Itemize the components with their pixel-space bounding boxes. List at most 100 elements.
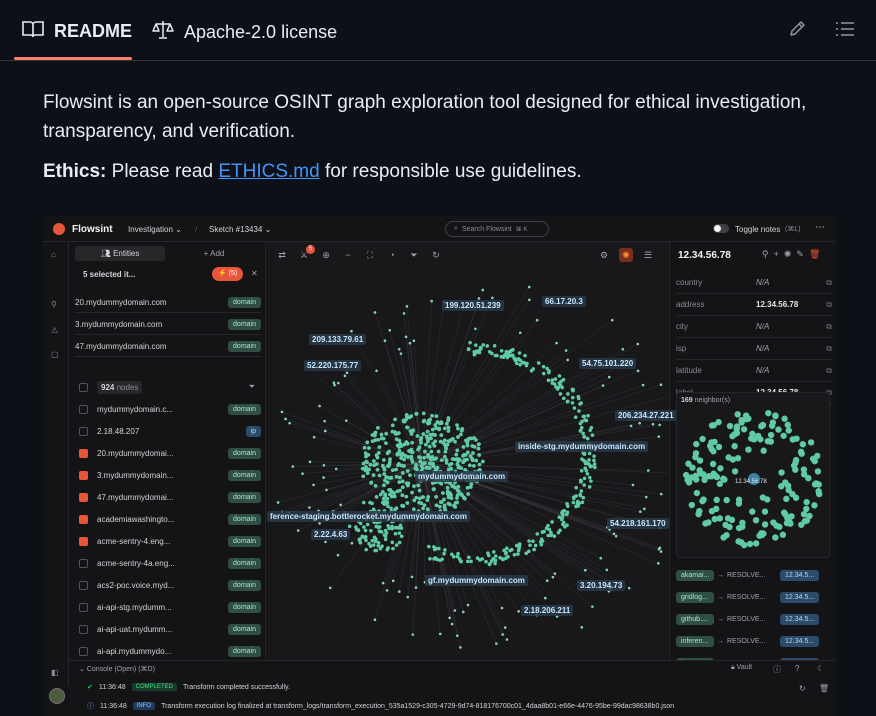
node-row[interactable]: 20.mydummydomai... domain [75, 443, 261, 463]
copy-icon[interactable]: ⧉ [826, 344, 832, 354]
graph-node [551, 575, 555, 579]
console-toggle[interactable]: ⌄ Console (Open) (⌘D) [79, 665, 155, 673]
graph-node-label[interactable]: gf.mydummydomain.com [425, 575, 528, 586]
copy-icon[interactable]: ⧉ [826, 322, 832, 332]
node-row[interactable]: 2.18.48.207 ip [75, 421, 261, 441]
graph-node-label[interactable]: 3.20.194.73 [577, 580, 626, 591]
help-icon[interactable]: ? [795, 664, 799, 673]
sidebar-toggle-icon[interactable]: ◧ [51, 668, 59, 677]
node-checkbox[interactable] [79, 624, 88, 634]
hierarchy-icon[interactable]: ⚙ [597, 248, 611, 262]
ethics-link[interactable]: ETHICS.md [218, 161, 319, 182]
selected-row[interactable]: 47.mydummydomain.com domain [75, 337, 261, 357]
graph-view-icon[interactable]: ✺ [619, 248, 633, 262]
node-row[interactable]: acme-sentry-4.eng... domain [75, 531, 261, 551]
node-row[interactable]: academiawashingto... domain [75, 509, 261, 529]
graph-node-label[interactable]: 206.234.27.221 [615, 410, 677, 421]
graph-node-label[interactable]: mydummydomain.com [415, 471, 509, 482]
copy-icon[interactable]: ⧉ [826, 278, 832, 288]
copy-icon[interactable]: ⧉ [826, 300, 832, 310]
graph-node [527, 549, 531, 554]
relation-row[interactable]: inferen... → RESOLVE... 12.34.5... [676, 633, 820, 649]
tab-license[interactable]: Apache-2.0 license [152, 20, 337, 45]
reload-icon[interactable]: ↻ [799, 684, 806, 693]
outline-button[interactable] [832, 18, 858, 44]
node-checkbox[interactable] [79, 514, 88, 524]
vault-button[interactable]: 🔒︎ Vault [731, 664, 752, 672]
trash-icon[interactable]: 🗑︎ [819, 684, 829, 693]
node-checkbox[interactable] [79, 470, 88, 480]
graph-node-label[interactable]: 2.18.206.211 [521, 605, 574, 616]
graph-node-label[interactable]: 52.220.175.77 [304, 360, 362, 371]
graph-node-label[interactable]: ference-staging.bottlerocket.mydummydoma… [267, 511, 470, 522]
graph-node-label[interactable]: 54.75.101.220 [579, 358, 637, 369]
node-row[interactable]: ai-api-stg.mydumm... domain [75, 597, 261, 617]
node-checkbox[interactable] [79, 492, 88, 502]
graph-node-label[interactable]: 66.17.20.3 [542, 296, 586, 307]
selected-row[interactable]: 20.mydummydomain.com domain [75, 293, 261, 313]
fit-view-icon[interactable]: ⛶ [363, 248, 377, 262]
theme-icon[interactable]: ☾ [817, 664, 824, 673]
link-icon[interactable]: ⚲ [51, 300, 57, 309]
table-view-icon[interactable]: ☰ [641, 248, 655, 262]
node-checkbox[interactable] [79, 646, 88, 656]
lasso-icon[interactable]: ◔ [385, 248, 399, 262]
graph-node-label[interactable]: 2.22.4.63 [311, 529, 351, 540]
filter-icon[interactable]: ⏷ [249, 382, 255, 392]
zoom-out-icon[interactable]: − [341, 248, 355, 262]
graph-node-label[interactable]: 199.120.51.239 [442, 300, 504, 311]
lock-icon[interactable]: ▢ [51, 350, 59, 359]
sketch-menu[interactable]: Sketch #13434 ⌄ [209, 225, 271, 234]
node-checkbox[interactable] [79, 448, 88, 458]
node-checkbox[interactable] [79, 558, 88, 568]
node-row[interactable]: ai-api.mydummydo... domain [75, 641, 261, 661]
graph-node [424, 465, 429, 470]
search-box[interactable]: ⌕ Search Flowsint ⌘ K [445, 221, 549, 237]
node-row[interactable]: acme-sentry-4a.eng... domain [75, 553, 261, 573]
graph-node [517, 610, 520, 613]
graph-node [488, 562, 492, 566]
filter-icon[interactable]: ⏷ [407, 248, 421, 262]
entity-actions[interactable]: ⚲+✺✎🗑︎ [762, 249, 825, 260]
graph-node [434, 494, 438, 499]
more-icon[interactable]: ⋯ [815, 222, 825, 233]
node-row[interactable]: acs2-poc.voice.myd... domain [75, 575, 261, 595]
investigation-menu[interactable]: Investigation ⌄ [128, 225, 182, 234]
warning-icon[interactable]: ⚠ [51, 326, 58, 335]
refresh-icon[interactable]: ↻ [429, 248, 443, 262]
tab-entities[interactable]: 👥︎ Entities [75, 246, 165, 261]
graph-node [370, 501, 374, 506]
close-icon[interactable]: ✕ [251, 269, 258, 278]
select-all-checkbox[interactable] [79, 382, 88, 392]
graph-canvas[interactable]: ⇄ ⚔ 5 ⊕ − ⛶ ◔ ⏷ ↻ ⚙ ✺ ☰ 199.120.51.239 66… [267, 242, 677, 660]
graph-node-label[interactable]: 209.133.79.61 [309, 334, 367, 345]
node-checkbox[interactable] [79, 426, 88, 436]
graph-node [517, 351, 522, 355]
zoom-in-icon[interactable]: ⊕ [319, 248, 333, 262]
relation-row[interactable]: github.... → RESOLVE... 12.34.5... [676, 611, 820, 627]
notes-toggle[interactable] [713, 224, 729, 233]
graph-node [437, 504, 442, 509]
tab-add[interactable]: + Add [169, 246, 259, 261]
selection-badge[interactable]: ⚡ (5) [212, 267, 244, 281]
node-row[interactable]: ai-api-uat.mydumm... domain [75, 619, 261, 639]
home-icon[interactable]: ⌂ [51, 250, 56, 259]
relation-row[interactable]: gridlog... → RESOLVE... 12.34.5... [676, 589, 820, 605]
node-checkbox[interactable] [79, 580, 88, 590]
graph-node-label[interactable]: 54.218.161.170 [607, 518, 669, 529]
node-row[interactable]: mydummydomain.c... domain [75, 399, 261, 419]
node-checkbox[interactable] [79, 602, 88, 612]
layout-icon[interactable]: ⇄ [275, 248, 289, 262]
tab-readme[interactable]: README [22, 20, 132, 43]
user-avatar[interactable] [49, 688, 65, 704]
node-checkbox[interactable] [79, 404, 88, 414]
copy-icon[interactable]: ⧉ [826, 366, 832, 376]
selected-row[interactable]: 3.mydummydomain.com domain [75, 315, 261, 335]
relation-row[interactable]: akamai... → RESOLVE... 12.34.5... [676, 567, 820, 583]
graph-node-label[interactable]: inside-stg.mydummydomain.com [515, 441, 649, 452]
node-row[interactable]: 3.mydummydomain... domain [75, 465, 261, 485]
node-checkbox[interactable] [79, 536, 88, 546]
node-row[interactable]: 47.mydummydomai... domain [75, 487, 261, 507]
edit-button[interactable] [784, 18, 810, 44]
info-icon[interactable]: ⓘ [773, 664, 781, 675]
